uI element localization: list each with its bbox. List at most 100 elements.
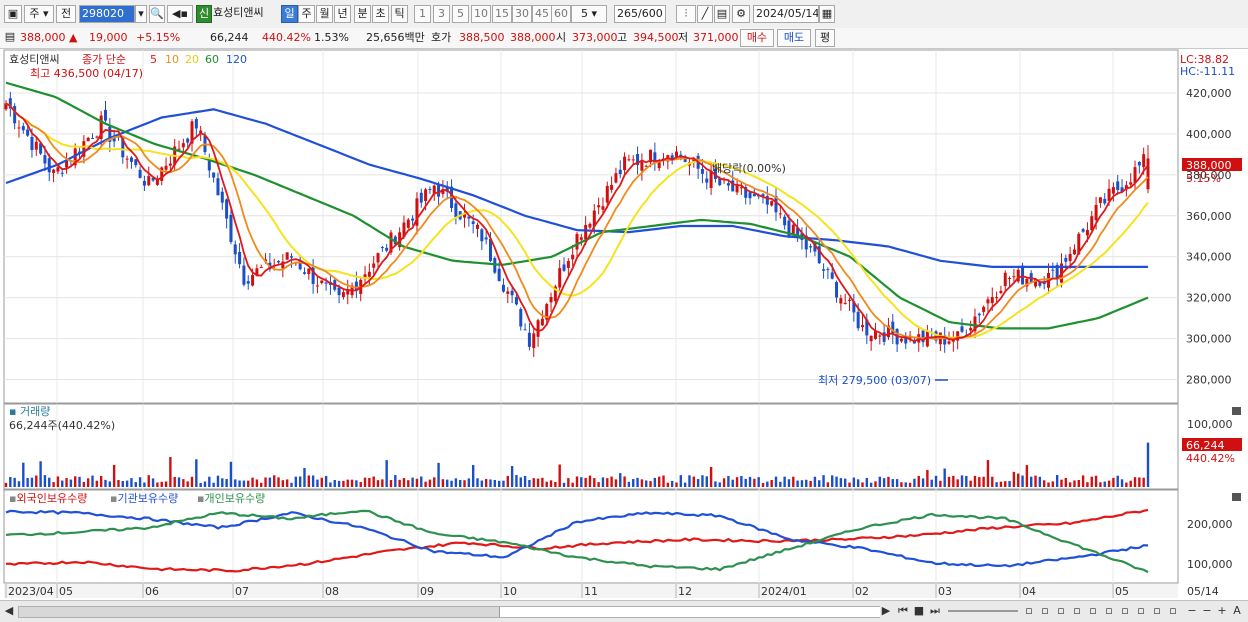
tool-icon-1[interactable]: ▫ [1022,604,1036,618]
period-tab-1[interactable]: 주 [298,5,315,23]
font-size-icon[interactable]: A [1231,604,1243,618]
tool-icon-7[interactable]: ▫ [1118,604,1132,618]
scroll-left-icon[interactable]: ◀ [4,604,14,618]
interval-button-0[interactable]: 1 [414,5,431,23]
candle-body [848,299,852,301]
stop-icon[interactable]: ■ [912,604,926,618]
date-input[interactable]: 2024/05/14 [753,5,819,23]
candle-body [56,167,60,172]
zoom-minus-icon[interactable]: − [1201,604,1213,618]
avg-button[interactable]: 평 [815,29,835,47]
tool-icon-5[interactable]: ▫ [1086,604,1100,618]
volume-bar [861,482,864,487]
volume-bar [696,478,700,487]
forward-icon[interactable]: ⏭ [928,604,942,618]
volume-bar [112,464,116,487]
volume-bar [662,475,665,487]
tool-icon-2[interactable]: ▫ [1038,604,1052,618]
volume-bar [939,480,942,487]
period-tab-4[interactable]: 분 [354,5,371,23]
candle-body [1064,257,1068,262]
holding-close-icon[interactable] [1232,493,1241,501]
period-tab-6[interactable]: 틱 [391,5,408,23]
foreign-holding-legend[interactable]: ▪외국인보유수량 [9,492,87,505]
tool-icon-6[interactable]: ▫ [1102,604,1116,618]
interval-button-3[interactable]: 10 [471,5,491,23]
scroll-thumb[interactable] [499,607,880,617]
chart-menu-icon[interactable]: ▣ [4,5,22,23]
ma5-legend[interactable]: 5 [150,53,157,66]
volume-bar [1116,475,1119,487]
tool-icon-9[interactable]: ▫ [1150,604,1164,618]
institution-holding-legend[interactable]: ▪기관보유수량 [110,492,178,505]
volume-bar [1025,465,1029,487]
scroll-track[interactable] [18,606,880,618]
zoom-out-icon[interactable]: − [1186,604,1198,618]
individual-holding-legend[interactable]: ▪개인보유수량 [197,492,265,505]
interval-button-5[interactable]: 30 [512,5,532,23]
candle-body [614,173,618,183]
stock-code-input[interactable]: 298020 [79,5,135,23]
interval-button-2[interactable]: 5 [452,5,469,23]
tool-icon-3[interactable]: ▫ [1054,604,1068,618]
info-toggle-icon[interactable]: ▤ [4,29,16,47]
candle-body [372,263,376,268]
scroll-right-icon[interactable]: ▶ [880,604,892,618]
tool-icon-8[interactable]: ▫ [1134,604,1148,618]
count-input[interactable]: 265/600 [614,5,666,23]
tool-icon-4[interactable]: ▫ [1070,604,1084,618]
volume-bar [610,476,613,487]
candle-body [246,281,250,284]
ma60-legend[interactable]: 60 [205,53,219,66]
period-tab-0[interactable]: 일 [281,5,298,23]
zoom-slider[interactable] [948,610,1018,612]
draw-tool-icon[interactable]: ╱ [697,5,713,23]
candle-body [1142,154,1146,168]
zoom-in-icon[interactable]: + [1216,604,1228,618]
volume-bar [835,476,838,487]
ma20-legend[interactable]: 20 [185,53,199,66]
candle-body [631,159,635,161]
stock-chart[interactable]: 효성티앤씨 종가 단순 5 10 20 60 120 최고 436,500 (0… [0,48,1248,600]
interval-button-1[interactable]: 3 [433,5,450,23]
interval-button-7[interactable]: 60 [551,5,571,23]
volume-bar [965,475,968,487]
volume-bar [891,479,894,487]
search-icon[interactable]: 🔍 [149,5,165,23]
volume-bar [761,482,765,487]
buy-button[interactable]: 매수 [740,29,774,47]
calendar-icon[interactable]: ▦ [819,5,835,23]
volume-close-icon[interactable] [1232,407,1241,415]
prev-button[interactable]: 전 [56,5,76,23]
sell-button[interactable]: 매도 [777,29,811,47]
candle-body [86,137,90,142]
tool-icon-10[interactable]: ▫ [1166,604,1180,618]
volume-bar [934,475,938,487]
volume-bar [718,482,721,487]
interval-select[interactable]: 5 ▾ [571,5,607,23]
indicator-icon[interactable]: ⫶ [676,5,696,23]
chart-area[interactable]: 효성티앤씨 종가 단순 5 10 20 60 120 최고 436,500 (0… [0,48,1248,600]
period-tab-2[interactable]: 월 [316,5,333,23]
candle-body [277,261,281,263]
speaker-icon[interactable]: ◀▪ [167,5,193,23]
candle-body [830,272,834,279]
volume-bar [285,479,289,487]
code-dropdown-icon[interactable]: ▾ [135,5,147,23]
volume-bar [714,481,717,487]
volume-bar [247,480,250,487]
volume-bar [446,479,449,487]
rewind-icon[interactable]: ⏮ [896,604,910,618]
volume-bar [199,482,202,487]
institution-holding-label: 기관보유수량 [117,492,178,505]
interval-button-4[interactable]: 15 [492,5,512,23]
ma120-legend[interactable]: 120 [226,53,247,66]
save-icon[interactable]: ▤ [714,5,730,23]
interval-button-6[interactable]: 45 [532,5,552,23]
volume-bar [757,477,760,487]
ma10-legend[interactable]: 10 [165,53,179,66]
gear-icon[interactable]: ⚙ [732,5,750,23]
period-tab-3[interactable]: 년 [334,5,351,23]
period-tab-5[interactable]: 초 [372,5,389,23]
period-select[interactable]: 주 ▾ [24,5,54,23]
